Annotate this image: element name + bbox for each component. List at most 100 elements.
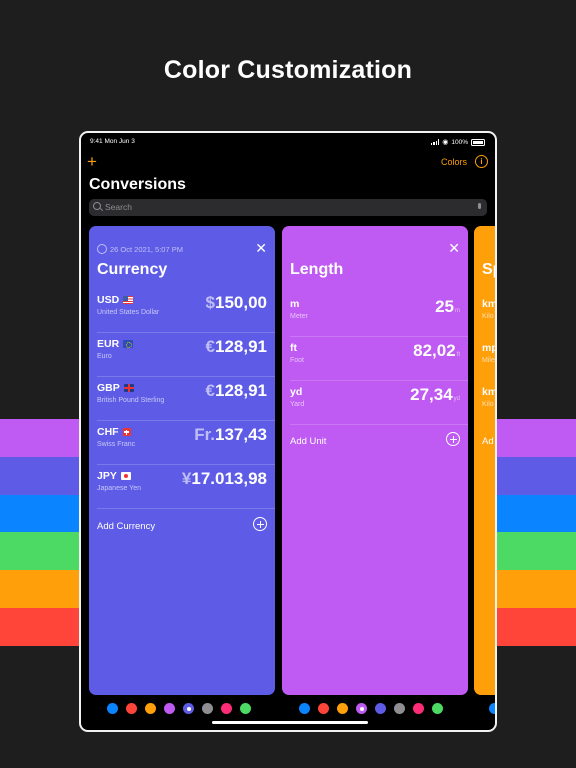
currency-value[interactable]: €128,91 <box>206 381 267 401</box>
color-swatch[interactable] <box>126 703 137 714</box>
unit-value[interactable]: 25m <box>435 297 460 317</box>
add-circle-icon[interactable] <box>446 432 460 446</box>
unit-suffix: yd <box>453 396 460 402</box>
search-icon <box>93 202 101 210</box>
currency-value[interactable]: ¥17.013,98 <box>182 469 267 489</box>
code-text: JPY <box>97 470 117 482</box>
currency-symbol: $ <box>205 293 215 312</box>
color-swatch[interactable] <box>318 703 329 714</box>
battery-percent: 100% <box>451 138 468 146</box>
currency-code: GBP <box>97 382 134 394</box>
code-text: CHF <box>97 426 119 438</box>
search-input[interactable]: Search <box>89 199 487 216</box>
add-button[interactable]: + <box>87 153 97 170</box>
unit-row[interactable]: km Kilo <box>474 293 497 337</box>
unit-row-yd[interactable]: yd Yard 27,34yd <box>282 381 468 425</box>
unit-row[interactable]: km Kilo <box>474 381 495 425</box>
flag-icon <box>123 384 134 392</box>
currency-row-usd[interactable]: USD United States Dollar $150,00 <box>89 289 275 333</box>
currency-code: EUR <box>97 338 134 350</box>
currency-row-gbp[interactable]: GBP British Pound Sterling €128,91 <box>89 377 275 421</box>
refresh-icon[interactable] <box>97 244 107 254</box>
length-color-picker <box>299 703 443 714</box>
currency-name: Swiss Franc <box>97 441 136 448</box>
color-swatch[interactable] <box>337 703 348 714</box>
color-swatch[interactable] <box>413 703 424 714</box>
color-swatch[interactable] <box>240 703 251 714</box>
color-swatch[interactable] <box>432 703 443 714</box>
flag-icon <box>122 428 131 436</box>
add-unit-row[interactable]: Add Unit <box>290 431 460 451</box>
amount: 128,91 <box>215 337 267 356</box>
currency-row-eur[interactable]: EUR Euro €128,91 <box>89 333 275 377</box>
currency-value[interactable]: $150,00 <box>206 293 267 313</box>
info-icon[interactable]: i <box>475 155 488 168</box>
unit-code: m <box>290 298 300 310</box>
speed-color-picker <box>489 703 495 714</box>
currency-value[interactable]: Fr.137,43 <box>194 425 267 445</box>
code-text: EUR <box>97 338 120 350</box>
color-swatch[interactable] <box>394 703 405 714</box>
card-title: Sp <box>482 261 495 278</box>
amount: 128,91 <box>215 381 267 400</box>
add-circle-icon[interactable] <box>253 517 267 531</box>
add-row[interactable]: Ad <box>482 431 495 451</box>
unit-name: Yard <box>290 401 305 408</box>
currency-card[interactable]: 26 Oct 2021, 5:07 PM ✕ Currency USD Unite… <box>89 226 275 695</box>
home-indicator <box>212 721 368 724</box>
cellular-icon <box>431 139 440 145</box>
color-swatch[interactable] <box>375 703 386 714</box>
color-swatch[interactable] <box>202 703 213 714</box>
unit-code: ft <box>290 342 297 354</box>
divider <box>97 508 275 509</box>
color-swatch[interactable] <box>107 703 118 714</box>
currency-value[interactable]: €128,91 <box>206 337 267 357</box>
color-swatch[interactable] <box>356 703 367 714</box>
color-swatch[interactable] <box>164 703 175 714</box>
currency-code: CHF <box>97 426 131 438</box>
currency-row-jpy[interactable]: JPY Japanese Yen ¥17.013,98 <box>89 465 275 509</box>
flag-icon <box>123 296 134 304</box>
headline: Color Customization <box>163 56 413 84</box>
unit-code: km <box>482 298 497 310</box>
close-card-button[interactable]: ✕ <box>448 240 460 257</box>
unit-name: Kilo <box>482 313 494 320</box>
currency-color-picker <box>107 703 251 714</box>
unit-name: Mile <box>482 357 495 364</box>
microphone-icon[interactable] <box>477 203 481 209</box>
close-card-button[interactable]: ✕ <box>255 240 267 257</box>
unit-suffix: ft <box>456 352 460 358</box>
currency-row-chf[interactable]: CHF Swiss Franc Fr.137,43 <box>89 421 275 465</box>
amount: 137,43 <box>215 425 267 444</box>
color-swatch[interactable] <box>221 703 232 714</box>
unit-code: yd <box>290 386 303 398</box>
color-swatch[interactable] <box>145 703 156 714</box>
unit-row[interactable]: mp Mile <box>474 337 495 381</box>
unit-row-m[interactable]: m Meter 25m <box>282 293 468 337</box>
colors-button[interactable]: Colors <box>441 157 467 167</box>
unit-name: Kilo <box>482 401 494 408</box>
unit-name: Foot <box>290 357 305 364</box>
status-bar: 9:41 Mon Jun 3 ◉ 100% <box>81 138 495 148</box>
currency-symbol: € <box>205 337 215 356</box>
timestamp-text: 26 Oct 2021, 5:07 PM <box>110 244 183 254</box>
currency-symbol: Fr. <box>194 425 215 444</box>
amount: 17.013,98 <box>191 469 267 488</box>
unit-value[interactable]: 27,34yd <box>410 385 460 405</box>
add-currency-row[interactable]: Add Currency <box>97 516 267 536</box>
currency-name: Euro <box>97 353 112 360</box>
search-placeholder: Search <box>105 202 132 212</box>
speed-card[interactable]: Sp km Kilo mp Mile km Kilo Ad <box>474 226 497 695</box>
status-time: 9:41 Mon Jun 3 <box>90 138 135 145</box>
unit-suffix: m <box>455 308 460 314</box>
currency-code: USD <box>97 294 134 306</box>
unit-row-ft[interactable]: ft Foot 82,02ft <box>282 337 468 381</box>
length-card[interactable]: ✕ Length m Meter 25m ft Foot 82,02ft yd Yard 27,… <box>282 226 468 695</box>
code-text: GBP <box>97 382 120 394</box>
currency-symbol: € <box>205 381 215 400</box>
color-swatch[interactable] <box>183 703 194 714</box>
color-swatch[interactable] <box>489 703 495 714</box>
card-title: Currency <box>97 261 168 278</box>
color-swatch[interactable] <box>299 703 310 714</box>
unit-value[interactable]: 82,02ft <box>413 341 460 361</box>
